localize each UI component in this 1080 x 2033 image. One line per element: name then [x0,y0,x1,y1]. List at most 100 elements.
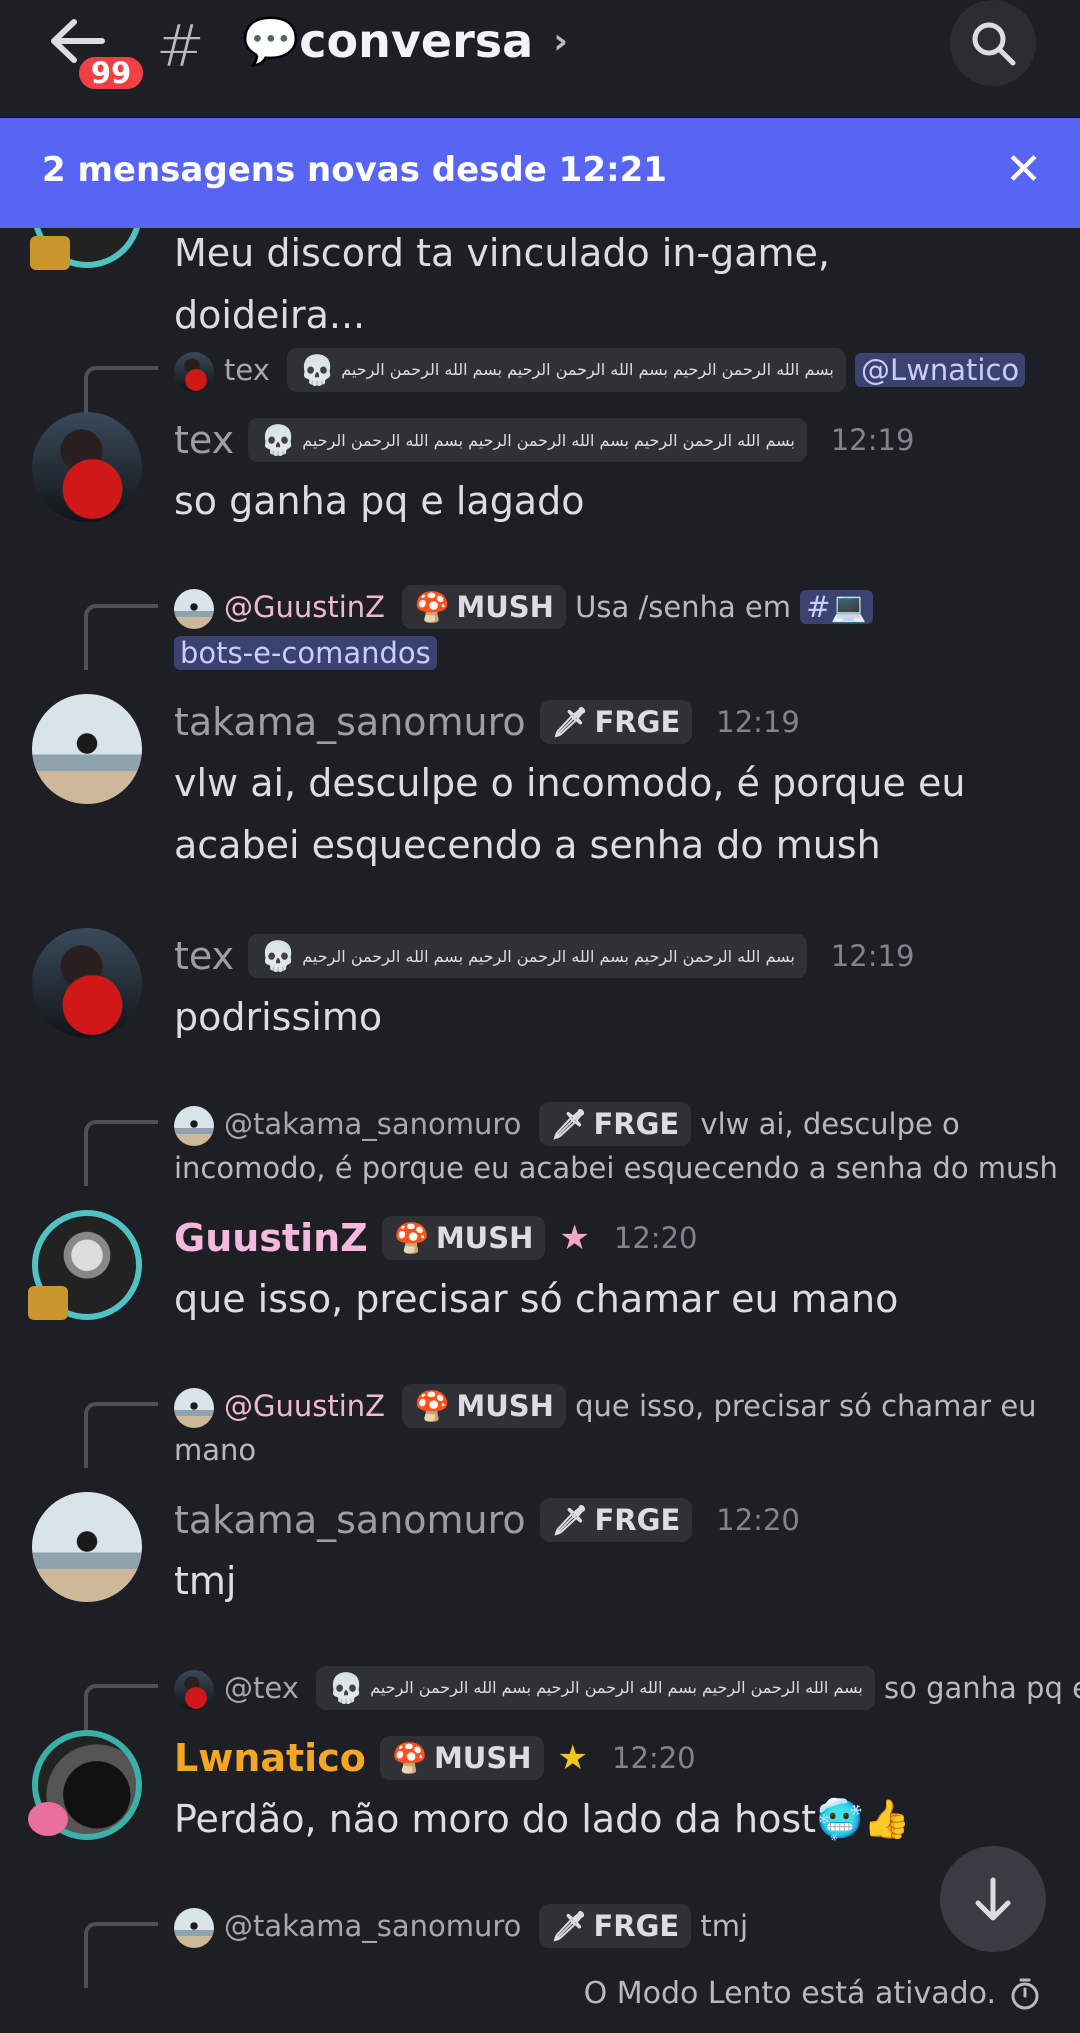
timestamp: 12:20 [612,1741,696,1775]
reply-preview[interactable]: @takama_sanomuro 🗡 FRGE vlw ai, desculpe … [174,1102,1058,1190]
message-body: so ganha pq e lagado [174,479,585,523]
username[interactable]: GuustinZ [174,1216,368,1260]
reply-preview[interactable]: @GuustinZ 🍄 MUSH Usa /senha em #💻 bots-e-… [174,584,873,676]
reply-text: tmj [700,1909,749,1943]
reply-preview[interactable]: @tex 💀 بسم الله الرحمن الرحيم بسم الله ال… [174,1666,1080,1710]
username[interactable]: Lwnatico [174,1736,366,1780]
reply-connector [84,1402,158,1468]
mushroom-icon: 🍄 [414,590,451,624]
user-tag: 💀 بسم الله الرحمن الرحيم بسم الله الرحمن … [316,1666,875,1710]
tag-text: بسم الله الرحمن الرحيم بسم الله الرحمن ا… [302,946,795,966]
user-tag: 🗡 FRGE [539,1498,693,1542]
avatar[interactable] [32,694,142,804]
channel-header: 99 # 💬conversa › [0,0,1080,118]
username[interactable]: takama_sanomuro [174,1498,526,1542]
reply-author: @takama_sanomuro [224,1107,522,1141]
stopwatch-icon [1011,1978,1039,2009]
timestamp: 12:20 [613,1221,698,1255]
mushroom-icon: 🍄 [391,1740,428,1775]
user-tag: 💀 بسم الله الرحمن الرحيم بسم الله الرحمن … [248,934,807,978]
reply-avatar [174,1908,214,1948]
slowmode-notice: O Modo Lento está ativado. [584,1976,1040,2011]
reply-connector [84,1684,158,1732]
message-header: tex 💀 بسم الله الرحمن الرحيم بسم الله الر… [174,418,914,462]
jump-to-bottom-button[interactable] [940,1846,1046,1952]
user-tag: 🍄 MUSH [402,585,566,629]
message-header: tex 💀 بسم الله الرحمن الرحيم بسم الله الر… [174,934,914,978]
new-messages-text: 2 mensagens novas desde 12:21 [42,150,667,190]
timestamp: 12:19 [830,423,915,457]
tag-text: بسم الله الرحمن الرحيم بسم الله الرحمن ا… [370,1678,863,1697]
reply-avatar [174,352,214,392]
close-icon[interactable]: ✕ [1005,144,1042,195]
search-icon [972,22,1016,66]
message-header: takama_sanomuro 🗡 FRGE 12:19 [174,700,800,744]
message-body: tmj [174,1559,237,1603]
hash-icon: # [156,12,205,80]
message-header: Lwnatico 🍄 MUSH ★ 12:20 [174,1736,696,1780]
username[interactable]: tex [174,934,234,978]
user-tag: 🗡 FRGE [538,1102,692,1146]
user-tag: 💀 بسم الله الرحمن الرحيم بسم الله الرحمن … [248,418,807,462]
message-header: takama_sanomuro 🗡 FRGE 12:20 [174,1498,800,1542]
mushroom-icon: 🍄 [414,1389,451,1423]
channel-mention[interactable]: #💻 [800,590,873,624]
avatar-decoration [30,236,70,270]
reply-author: tex [224,353,270,387]
timestamp: 12:19 [716,705,800,739]
user-tag: 🍄 MUSH [381,1216,546,1260]
reply-text: incomodo, é porque eu acabei esquecendo … [174,1151,1058,1185]
tag-text: MUSH [433,1741,532,1775]
reply-avatar [174,1388,214,1428]
sword-icon: 🗡 [550,1107,588,1141]
avatar[interactable] [32,1492,142,1602]
message-body: vlw ai, desculpe o incomodo, é porque eu… [174,761,966,867]
sword-icon: 🗡 [551,704,589,739]
user-tag: 🍄 MUSH [379,1736,544,1780]
tag-text: FRGE [594,1503,681,1537]
reply-connector [84,604,158,670]
user-mention[interactable]: @Lwnatico [855,353,1026,387]
reply-connector [84,366,158,414]
reply-author: @tex [224,1671,299,1705]
user-tag: 🗡 FRGE [539,700,693,744]
reply-preview[interactable]: @takama_sanomuro 🗡 FRGE tmj [174,1904,748,1948]
mushroom-icon: 🍄 [393,1220,430,1255]
skull-icon: 💀 [260,938,297,973]
tag-text: بسم الله الرحمن الرحيم بسم الله الرحمن ا… [341,360,834,379]
channel-mention[interactable]: bots-e-comandos [174,636,437,670]
tag-text: MUSH [435,1221,534,1255]
tag-text: MUSH [456,1389,554,1423]
username[interactable]: tex [174,418,234,462]
avatar-decoration [28,1802,68,1836]
star-icon: ★ [559,1218,590,1258]
timestamp: 12:19 [830,939,915,973]
reply-text: mano [174,1433,257,1467]
reply-text: que isso, precisar só chamar eu [575,1389,1037,1423]
slowmode-text: O Modo Lento está ativado. [583,1976,996,2011]
tag-text: FRGE [594,705,681,739]
sword-icon: 🗡 [550,1909,588,1943]
reply-preview[interactable]: tex 💀 بسم الله الرحمن الرحيم بسم الله الر… [174,348,1026,392]
new-messages-banner[interactable]: 2 mensagens novas desde 12:21 ✕ [0,118,1080,228]
channel-title[interactable]: 💬conversa › [242,14,568,69]
message-header: GuustinZ 🍄 MUSH ★ 12:20 [174,1216,697,1260]
star-icon: ★ [557,1738,589,1778]
tag-text: بسم الله الرحمن الرحيم بسم الله الرحمن ا… [302,430,795,450]
username[interactable]: takama_sanomuro [174,700,526,744]
reply-connector [84,1120,158,1186]
avatar[interactable] [32,412,142,522]
reply-author: @GuustinZ [224,1389,386,1423]
arrow-down-icon [975,1877,1011,1921]
reply-preview[interactable]: @GuustinZ 🍄 MUSH que isso, precisar só ch… [174,1384,1037,1472]
reply-avatar [174,589,214,629]
timestamp: 12:20 [716,1503,800,1537]
reply-author: @GuustinZ [224,590,386,624]
user-tag: 🗡 FRGE [538,1904,692,1948]
avatar[interactable] [32,928,142,1038]
tag-text: FRGE [593,1909,680,1943]
reply-author: @takama_sanomuro [224,1909,522,1943]
search-button[interactable] [950,0,1036,86]
message-list[interactable]: Meu discord ta vinculado in-game, doidei… [0,228,1080,1988]
reply-connector [84,1922,158,1988]
